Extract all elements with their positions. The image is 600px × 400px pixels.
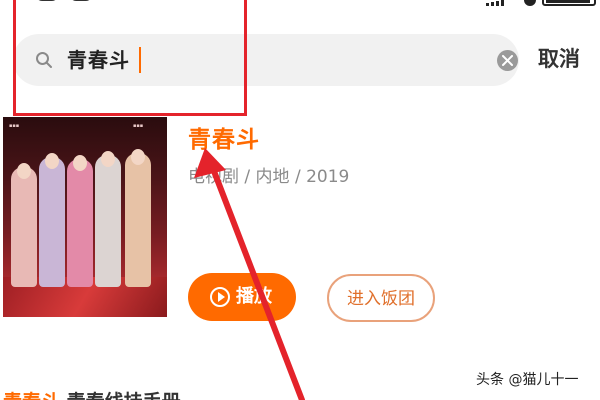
poster-figure-head	[131, 149, 145, 165]
next-result-text: 青春线挂手册	[60, 391, 181, 400]
poster-caption: ▪▪▪	[133, 123, 144, 129]
fan-group-button-label: 进入饭团	[347, 289, 415, 309]
status-bar-icons	[480, 0, 600, 8]
next-result-row[interactable]: 青春斗 青春线挂手册	[3, 391, 181, 400]
poster-figure	[67, 159, 93, 287]
show-poster[interactable]: ▪▪▪ ▪▪▪	[3, 117, 167, 317]
watermark: 头条 @猫儿十一	[476, 372, 579, 388]
signal-icon	[486, 0, 506, 6]
poster-figure-head	[73, 155, 87, 171]
play-button-label: 播放	[236, 286, 272, 307]
battery-icon	[542, 0, 596, 6]
poster-caption: ▪▪▪	[9, 123, 20, 129]
poster-figure	[125, 153, 151, 287]
next-result-highlight: 青春斗	[3, 391, 60, 400]
show-meta: 电视剧 / 内地 / 2019	[188, 167, 350, 187]
poster-figure	[11, 167, 37, 287]
fan-group-button[interactable]: 进入饭团	[327, 274, 435, 322]
cancel-button[interactable]: 取消	[538, 44, 580, 74]
wifi-icon	[524, 0, 536, 6]
annotation-highlight-box	[13, 0, 247, 116]
poster-figure-head	[101, 151, 115, 167]
poster-figure-head	[45, 153, 59, 169]
poster-figure	[95, 155, 121, 287]
poster-figure	[39, 157, 65, 287]
poster-figure-head	[17, 163, 31, 179]
clear-icon[interactable]	[497, 50, 518, 71]
play-button[interactable]: 播放	[188, 273, 296, 321]
show-title[interactable]: 青春斗	[188, 125, 260, 155]
play-circle-icon	[210, 287, 230, 307]
